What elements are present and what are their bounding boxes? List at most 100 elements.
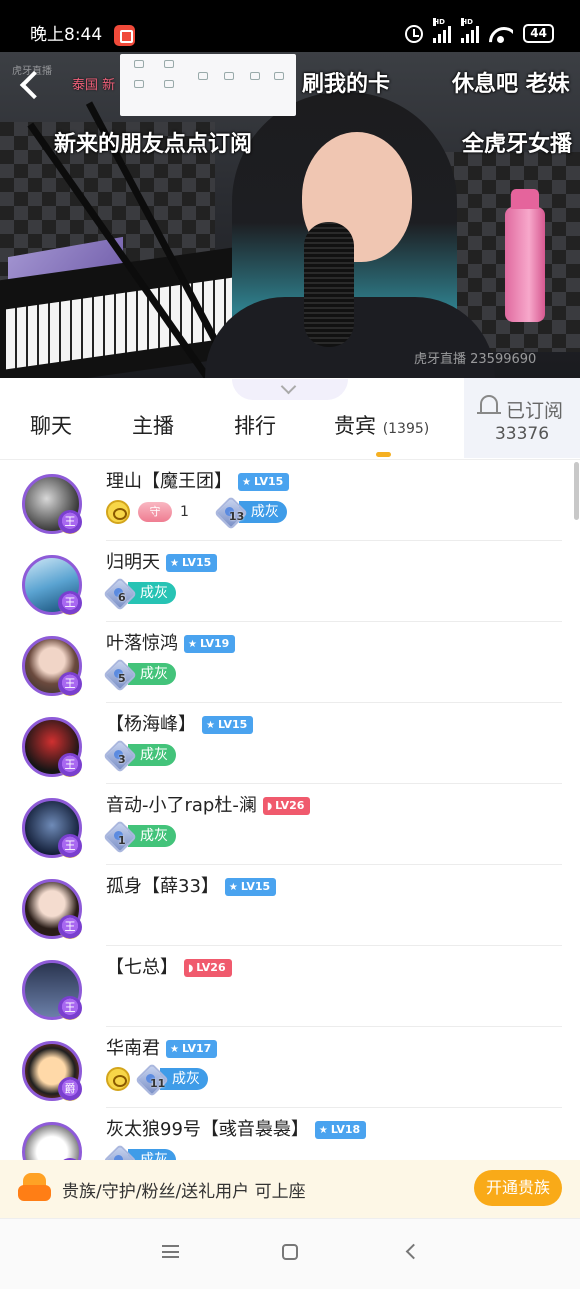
microphone	[304, 222, 354, 347]
list-item[interactable]: 王 叶落惊鸿 LV19 5成灰	[0, 622, 580, 703]
scrollbar[interactable]	[574, 462, 579, 520]
signal-icon: HD	[433, 17, 452, 43]
crown-badge-icon: 王	[58, 834, 82, 858]
promo-text: 贵族/守护/粉丝/送礼用户 可上座	[62, 1182, 306, 1202]
crown-badge-icon: 王	[58, 672, 82, 696]
list-item[interactable]: 王 灰太狼99号【彧音裊裊】LV18 成灰	[0, 1108, 580, 1160]
guard-coin-icon	[106, 1067, 130, 1091]
user-tags: 成灰	[106, 1148, 176, 1160]
battery-icon: 44	[523, 24, 554, 43]
list-item[interactable]: 王 【七总】 LV26	[0, 946, 580, 1027]
status-time: 晚上8:44	[30, 25, 103, 45]
subscribe-label: 已订阅	[506, 400, 564, 422]
level-badge: LV18	[314, 1121, 367, 1139]
fan-level: 6	[118, 591, 126, 604]
subscribe-count: 33376	[494, 424, 550, 444]
back-arrow-icon[interactable]	[14, 66, 46, 102]
app-notification-icon	[114, 25, 135, 46]
list-item[interactable]: 王 理山【魔王团】LV15 守113成灰	[0, 460, 580, 541]
user-name-line: 归明天 LV15	[106, 551, 218, 575]
status-bar: 晚上8:44 HD HD 44	[0, 0, 580, 52]
open-noble-button[interactable]: 开通贵族	[474, 1170, 562, 1206]
user-tags: 3 成灰	[106, 743, 176, 767]
fan-shield-icon: 6	[106, 581, 132, 605]
bell-icon	[477, 395, 501, 414]
user-tags: 6 成灰	[106, 581, 176, 605]
level-badge: LV15	[238, 473, 290, 491]
user-name[interactable]: 【杨海峰】	[106, 714, 196, 735]
user-name-line: 孤身【薛33】 LV15	[106, 875, 277, 899]
level-badge: LV19	[184, 635, 236, 653]
fan-shield-icon: 5	[106, 662, 132, 686]
fan-shield-icon	[106, 1148, 132, 1160]
crown-badge-icon: 爵	[58, 1077, 82, 1101]
user-name[interactable]: 归明天	[106, 552, 160, 573]
vip-list[interactable]: 王 理山【魔王团】LV15 守113成灰 王 归明天LV15 6成灰 王 叶落惊…	[0, 460, 580, 1160]
tab-anchor[interactable]: 主播	[132, 410, 174, 440]
tab-vip-count: (1395)	[382, 421, 430, 437]
stream-watermark: 虎牙直播 23599690	[414, 352, 537, 367]
level-badge: LV17	[166, 1040, 218, 1058]
level-badge: LV26	[262, 797, 311, 815]
guard-badge: 守	[138, 502, 172, 522]
user-name-line: 音动-小了rap杜-澜 LV26	[106, 794, 311, 818]
user-name[interactable]: 理山【魔王团】	[106, 471, 232, 492]
tab-rank[interactable]: 排行	[234, 410, 276, 440]
fan-level: 1	[118, 834, 126, 847]
menu-icon[interactable]	[162, 1245, 179, 1258]
collapse-video-handle[interactable]	[232, 379, 348, 400]
hd-label: HD	[433, 17, 445, 26]
level-badge: LV15	[166, 554, 218, 572]
user-name[interactable]: 华南君	[106, 1038, 160, 1059]
channel-name: 泰国 新	[72, 78, 116, 93]
user-name-line: 叶落惊鸿 LV19	[106, 632, 236, 656]
danmaku-2: 休息吧 老妹	[452, 72, 570, 97]
user-name-line: 华南君 LV17	[106, 1037, 218, 1061]
list-item[interactable]: 王 归明天 LV15 6成灰	[0, 541, 580, 622]
user-name[interactable]: 【七总】	[106, 957, 178, 978]
level-badge: LV15	[224, 878, 277, 896]
crown-badge-icon: 王	[58, 996, 82, 1020]
sofa-icon	[18, 1173, 51, 1203]
crown-badge-icon: 王	[58, 753, 82, 777]
list-item[interactable]: 王 孤身【薛33】 LV15	[0, 865, 580, 946]
pink-bottle	[505, 189, 545, 322]
list-item[interactable]: 王 音动-小了rap杜-澜 LV26 1成灰	[0, 784, 580, 865]
user-name-line: 理山【魔王团】 LV15	[106, 470, 290, 494]
crown-badge-icon: 王	[58, 915, 82, 939]
danmaku-3: 新来的朋友点点订阅	[54, 132, 253, 157]
noble-promo-bar: 贵族/守护/粉丝/送礼用户 可上座 开通贵族	[0, 1160, 580, 1218]
level-badge: LV26	[184, 959, 232, 977]
live-video-player[interactable]: 虎牙直播 泰国 新 刷我的卡 休息吧 老妹 新来的朋友点点订阅 全虎牙女播 虎牙…	[0, 52, 580, 378]
status-icons: HD HD 44	[405, 17, 554, 43]
overlay-panel	[120, 54, 296, 116]
list-item[interactable]: 爵 华南君 LV17 11成灰	[0, 1027, 580, 1108]
avatar[interactable]	[22, 1122, 82, 1160]
user-tags: 1 成灰	[106, 824, 176, 848]
fan-shield-icon: 11	[138, 1067, 166, 1091]
user-name[interactable]: 孤身【薛33】	[106, 876, 219, 897]
list-item[interactable]: 王 【杨海峰】 LV15 3成灰	[0, 703, 580, 784]
signal-icon-2: HD	[461, 17, 480, 43]
user-name-line: 【七总】 LV26	[106, 956, 232, 980]
guard-count: 1	[180, 504, 189, 520]
fan-level: 5	[118, 672, 126, 685]
user-tags: 5 成灰	[106, 662, 176, 686]
subscribe-button[interactable]: 已订阅 33376	[464, 378, 580, 458]
danmaku-1: 刷我的卡	[302, 72, 391, 97]
user-name[interactable]: 叶落惊鸿	[106, 633, 178, 654]
system-nav-bar	[0, 1218, 580, 1289]
user-name[interactable]: 灰太狼99号【彧音裊裊】	[106, 1119, 309, 1140]
fan-level: 3	[118, 753, 126, 766]
tab-vip[interactable]: 贵宾 (1395)	[334, 410, 429, 440]
user-name-line: 灰太狼99号【彧音裊裊】 LV18	[106, 1118, 367, 1142]
user-name[interactable]: 音动-小了rap杜-澜	[106, 795, 257, 816]
nav-back-icon[interactable]	[405, 1243, 422, 1260]
level-badge: LV15	[202, 716, 254, 734]
tab-chat[interactable]: 聊天	[30, 410, 72, 440]
fan-level: 11	[150, 1077, 166, 1090]
home-icon[interactable]	[282, 1244, 298, 1260]
fan-shield-icon: 1	[106, 824, 132, 848]
tab-vip-label: 贵宾	[334, 414, 376, 438]
crown-badge-icon: 王	[58, 510, 82, 534]
